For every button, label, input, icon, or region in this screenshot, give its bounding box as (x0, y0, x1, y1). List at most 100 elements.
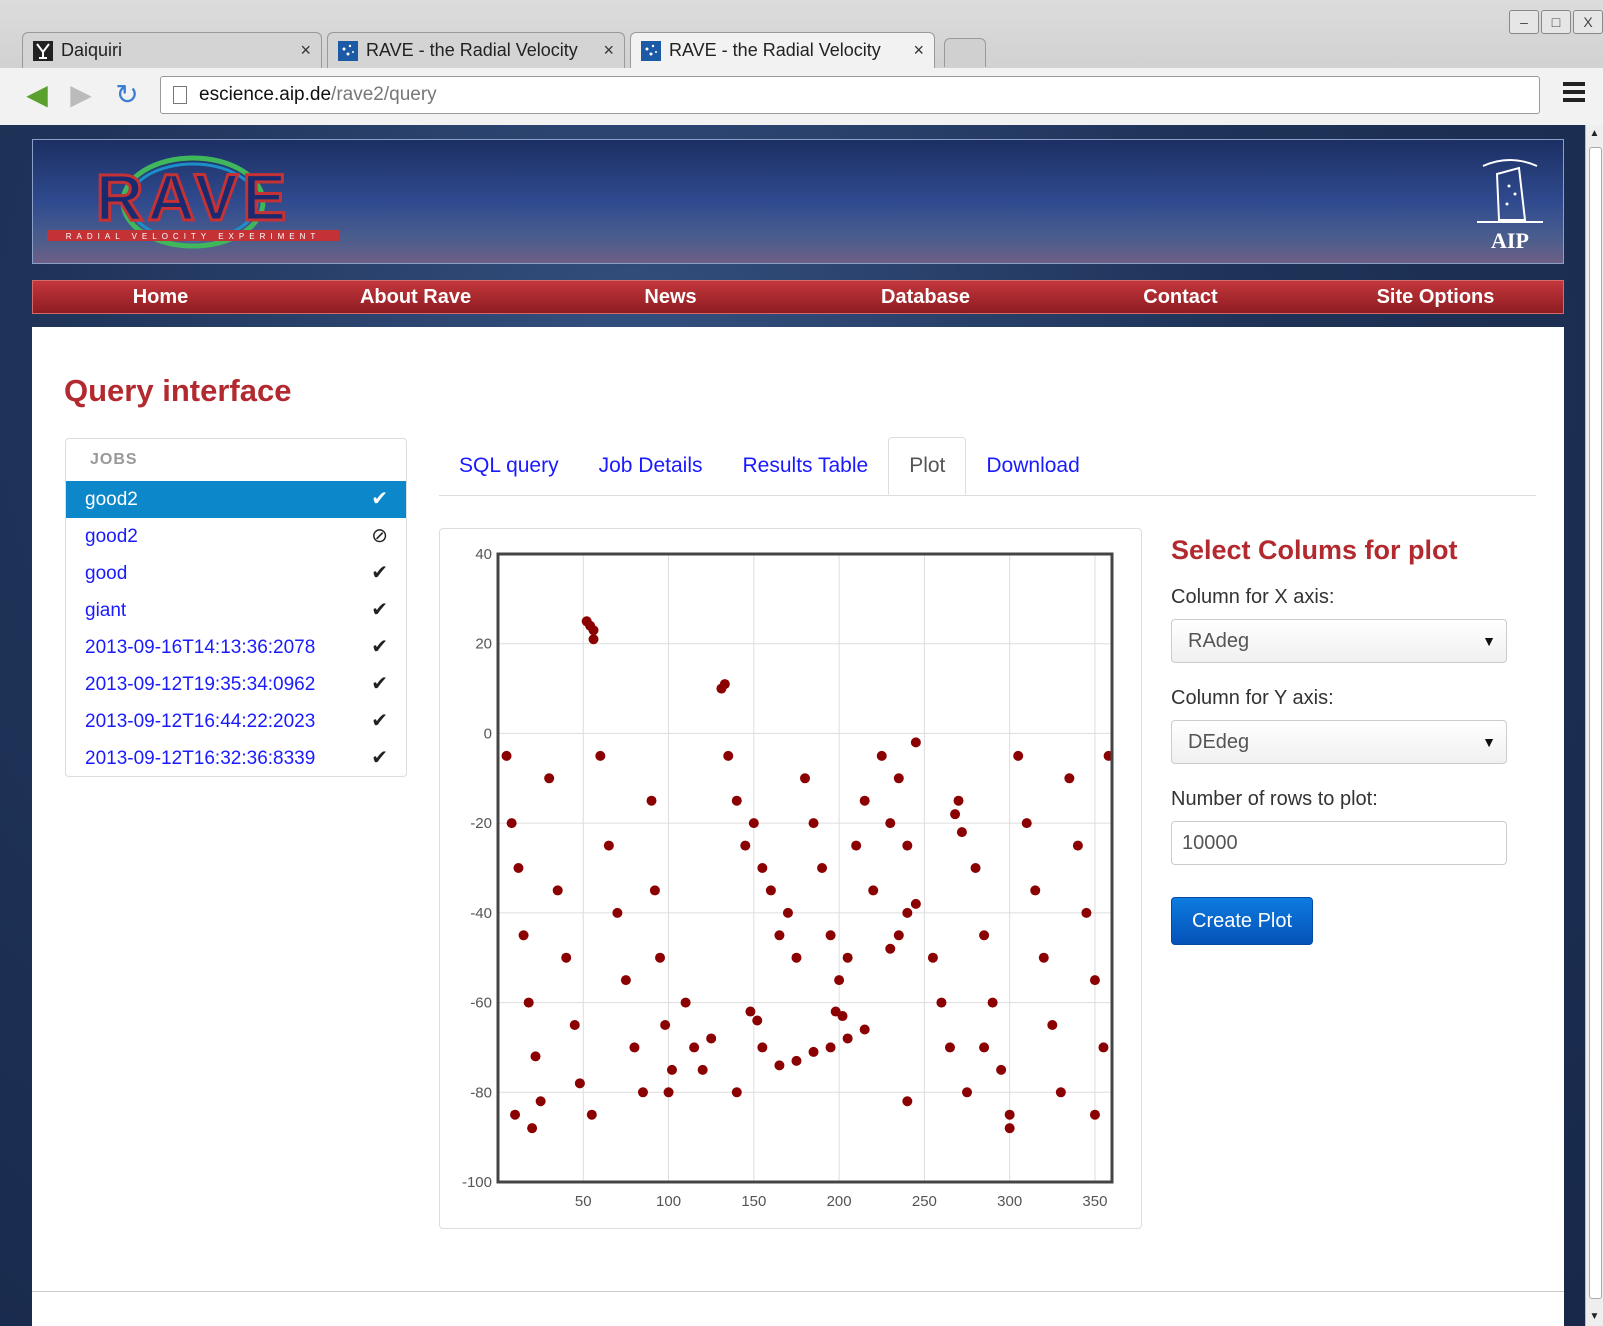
job-item[interactable]: good ✔ (66, 555, 406, 592)
check-icon: ✔ (371, 488, 388, 510)
job-item[interactable]: 2013-09-12T16:32:36:8339 ✔ (66, 740, 406, 777)
data-point (800, 773, 810, 784)
tab-download[interactable]: Download (966, 437, 1099, 495)
data-point (506, 818, 517, 829)
browser-menu-icon[interactable] (1563, 82, 1585, 106)
y-axis-value: DEdeg (1188, 731, 1250, 753)
data-point (1089, 1109, 1100, 1120)
page-scrollbar[interactable]: ▲ ▼ (1585, 125, 1603, 1326)
data-point (956, 827, 967, 838)
close-window-button[interactable]: X (1573, 10, 1603, 34)
scroll-thumb[interactable] (1589, 147, 1602, 1299)
main-content: Query interface JOBS good2 ✔ good2 ⊘ good ✔ gi… (32, 327, 1564, 1326)
data-point (1021, 818, 1032, 829)
nav-home[interactable]: Home (33, 281, 288, 313)
y-axis-label: Column for Y axis: (1171, 687, 1334, 709)
y-axis-select[interactable]: DEdeg ▼ (1171, 720, 1507, 764)
job-name: good2 (85, 489, 138, 510)
data-point (612, 907, 623, 918)
y-tick-label: 0 (484, 725, 492, 742)
x-axis-select[interactable]: RAdeg ▼ (1171, 619, 1507, 663)
scroll-up-icon[interactable]: ▲ (1586, 125, 1603, 143)
y-tick-label: -80 (470, 1084, 492, 1101)
job-item[interactable]: 2013-09-16T14:13:36:2078 ✔ (66, 629, 406, 666)
y-tick-label: 20 (475, 636, 492, 653)
tab-results-table[interactable]: Results Table (723, 437, 889, 495)
tab-plot[interactable]: Plot (888, 437, 967, 495)
data-point (885, 818, 896, 829)
nav-contact[interactable]: Contact (1053, 281, 1308, 313)
nav-database[interactable]: Database (798, 281, 1053, 313)
chevron-down-icon: ▼ (1482, 734, 1496, 750)
data-point (706, 1033, 717, 1044)
data-point (513, 863, 524, 873)
logo-subtitle: RADIAL VELOCITY EXPERIMENT (66, 232, 320, 241)
scatter-plot[interactable]: 50 100 150 200 250 300 35040200-20-40-60-80-10… (440, 529, 1141, 1228)
data-point (574, 1078, 585, 1089)
new-tab-button[interactable] (944, 38, 986, 67)
nav-site-options[interactable]: Site Options (1308, 281, 1563, 313)
tab-title: RAVE - the Radial Velocity (669, 40, 881, 60)
scroll-down-icon[interactable]: ▼ (1586, 1308, 1603, 1326)
aip-logo[interactable]: AIP (1475, 154, 1545, 254)
tab-job-details[interactable]: Job Details (579, 437, 723, 495)
data-point (629, 1042, 640, 1053)
close-tab-icon[interactable]: × (300, 40, 311, 61)
nav-about-rave[interactable]: About Rave (288, 281, 543, 313)
rave-logo[interactable]: RAVE RADIAL VELOCITY EXPERIMENT (43, 152, 343, 252)
data-point (731, 795, 742, 806)
data-point (523, 997, 534, 1008)
browser-tab-rave-1[interactable]: RAVE - the Radial Velocity × (327, 32, 625, 68)
data-point (910, 898, 921, 909)
browser-tab-rave-active[interactable]: RAVE - the Radial Velocity × (630, 32, 935, 68)
url-path: /rave2/query (331, 84, 437, 105)
job-name: 2013-09-12T19:35:34:0962 (85, 674, 316, 695)
data-point (689, 1042, 700, 1053)
check-icon: ✔ (371, 673, 388, 695)
tab-sql-query[interactable]: SQL query (439, 437, 579, 495)
minimize-button[interactable]: – (1509, 10, 1539, 34)
nav-news[interactable]: News (543, 281, 798, 313)
create-plot-button[interactable]: Create Plot (1171, 897, 1314, 945)
data-point (791, 952, 802, 963)
close-tab-icon[interactable]: × (913, 40, 924, 61)
data-point (996, 1064, 1007, 1075)
job-item[interactable]: giant ✔ (66, 592, 406, 629)
data-point (1064, 773, 1075, 784)
forward-arrow-icon[interactable]: ▶ (64, 78, 98, 112)
browser-tab-daiquiri[interactable]: Daiquiri × (22, 32, 322, 68)
data-point (660, 1020, 671, 1030)
data-point (1089, 975, 1100, 986)
data-point (902, 907, 913, 918)
y-tick-label: 40 (475, 546, 492, 563)
page-icon (173, 86, 187, 104)
data-point (745, 1006, 756, 1017)
data-point (501, 750, 512, 761)
reload-icon[interactable]: ↻ (110, 78, 144, 112)
maximize-button[interactable]: □ (1541, 10, 1571, 34)
data-point (666, 1064, 677, 1075)
rows-input[interactable] (1171, 821, 1507, 865)
data-point (970, 863, 981, 873)
data-point (893, 930, 904, 941)
data-point (817, 863, 828, 873)
daiquiri-favicon-icon (33, 40, 53, 61)
job-item[interactable]: good2 ✔ (66, 481, 406, 518)
data-point (825, 1042, 836, 1053)
address-bar[interactable]: escience.aip.de/rave2/query (160, 76, 1540, 114)
tab-title: Daiquiri (61, 40, 123, 60)
data-point (510, 1109, 521, 1120)
job-item[interactable]: 2013-09-12T19:35:34:0962 ✔ (66, 666, 406, 703)
close-tab-icon[interactable]: × (603, 40, 614, 61)
job-name: 2013-09-16T14:13:36:2078 (85, 637, 316, 658)
data-point (535, 1096, 546, 1107)
job-item[interactable]: good2 ⊘ (66, 518, 406, 555)
data-point (808, 818, 819, 829)
job-item[interactable]: 2013-09-12T16:44:22:2023 ✔ (66, 703, 406, 740)
back-arrow-icon[interactable]: ◀ (20, 78, 54, 112)
data-point (893, 773, 904, 784)
data-point (859, 1024, 870, 1035)
browser-toolbar: ◀ ▶ ↻ escience.aip.de/rave2/query (0, 68, 1603, 126)
form-title: Select Colums for plot (1171, 535, 1458, 565)
data-point (1055, 1087, 1066, 1098)
